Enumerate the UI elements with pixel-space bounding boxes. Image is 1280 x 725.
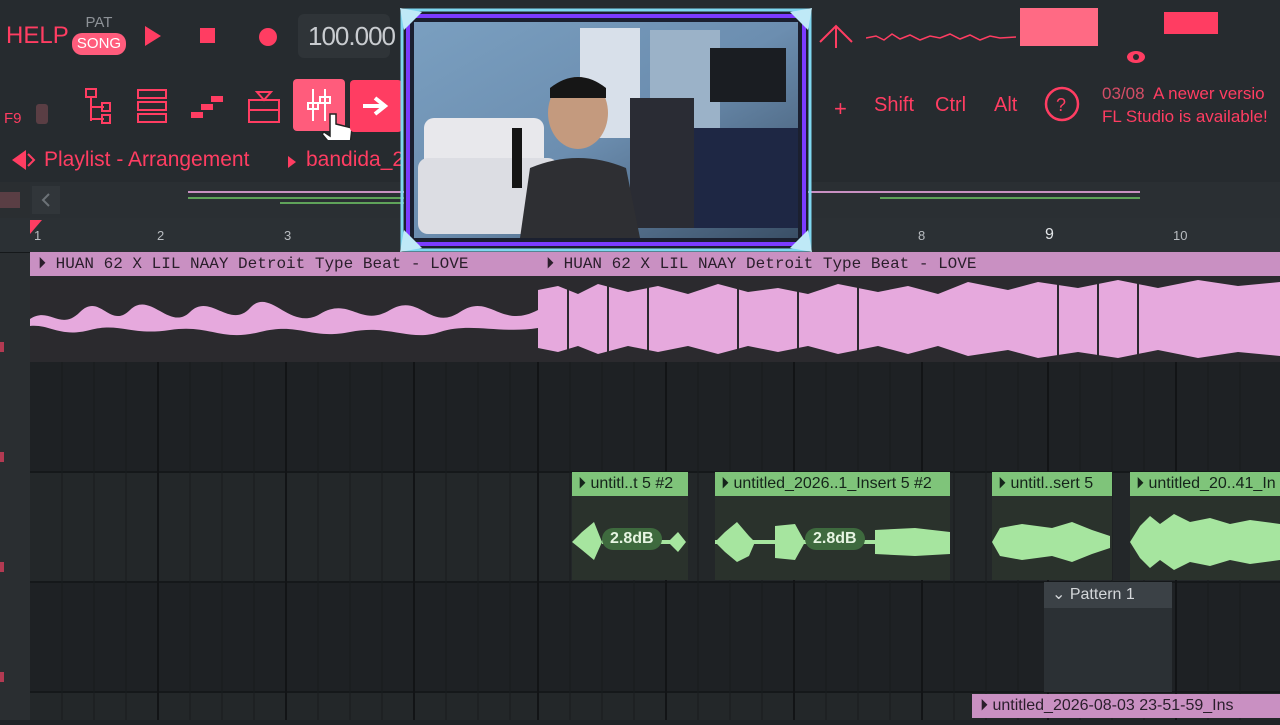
memory-meter xyxy=(1020,8,1098,46)
shift-key[interactable]: Shift xyxy=(874,94,914,117)
news-line1: A newer versio xyxy=(1153,84,1265,103)
header-flag-icon xyxy=(0,192,20,208)
pat-label: PAT xyxy=(85,14,113,31)
clip-header[interactable]: ⏵ untitl..t 5 #2 xyxy=(572,472,688,496)
help-menu[interactable]: HELP xyxy=(6,22,69,50)
clip-header[interactable]: ⏵ untitled_20..41_In xyxy=(1130,472,1280,496)
clip-header[interactable]: ⏵ HUAN 62 X LIL NAAY Detroit Type Beat -… xyxy=(30,252,538,276)
ruler-tick: 2 xyxy=(157,228,165,243)
level-meter xyxy=(1164,12,1218,34)
clip-flag-icon: ⏵ xyxy=(998,475,1011,492)
ruler-tick: 9 xyxy=(1045,226,1054,243)
playlist-button[interactable] xyxy=(70,80,122,132)
audio-clip-vocal-4[interactable]: ⏵ untitled_20..41_In xyxy=(1130,472,1280,580)
channel-rack-button[interactable] xyxy=(126,80,178,132)
clip-title: untitl..sert 5 xyxy=(1010,475,1094,492)
chevron-left-icon xyxy=(41,193,50,207)
alt-key[interactable]: Alt xyxy=(994,94,1017,117)
clip-title: untitled_2026..1_Insert 5 #2 xyxy=(733,475,932,492)
stop-icon xyxy=(200,28,215,43)
clip-flag-icon: ⏵ xyxy=(38,255,56,273)
add-icon[interactable]: + xyxy=(834,96,847,122)
arrow-button[interactable] xyxy=(350,80,402,132)
audio-clip-vocal-2[interactable]: ⏵ untitled_2026..1_Insert 5 #2 2.8dB xyxy=(715,472,950,580)
piano-roll-icon xyxy=(191,96,223,118)
clip-flag-icon: ⏵ xyxy=(1136,475,1149,492)
playlist-icon xyxy=(85,88,111,124)
track-mute-indicator[interactable] xyxy=(0,562,4,572)
play-button[interactable] xyxy=(143,24,163,53)
pattern-clip-header[interactable]: ⌄ Pattern 1 xyxy=(1044,582,1172,608)
news-date: 03/08 xyxy=(1102,84,1145,103)
channel-rack-icon xyxy=(137,89,167,123)
pattern-breadcrumb[interactable]: bandida_2 xyxy=(306,148,406,172)
clip-header[interactable]: ⏵ untitled_2026-08-03 23-51-59_Ins xyxy=(972,694,1280,718)
clip-title: untitled_20..41_In xyxy=(1148,475,1276,492)
ruler-tick: 3 xyxy=(284,228,292,243)
ruler-tick: 1 xyxy=(34,228,42,243)
clip-title: untitled_2026-08-03 23-51-59_Ins xyxy=(992,697,1234,714)
waveform xyxy=(30,301,538,336)
ruler-tick: 8 xyxy=(918,228,926,243)
clip-title: HUAN 62 X LIL NAAY Detroit Type Beat - L… xyxy=(55,255,469,273)
clip-gain-badge[interactable]: 2.8dB xyxy=(805,528,865,550)
clip-flag-icon: ⏵ xyxy=(546,255,564,273)
song-label: SONG xyxy=(72,33,126,55)
ruler-tick: 10 xyxy=(1173,228,1188,243)
tempo-value: 100.000 xyxy=(308,21,396,51)
piano-roll-button[interactable] xyxy=(182,80,234,132)
waveform xyxy=(992,522,1110,562)
track-mute-indicator[interactable] xyxy=(0,452,4,462)
clip-flag-icon: ⏵ xyxy=(578,475,591,492)
clip-header[interactable]: ⏵ untitled_2026..1_Insert 5 #2 xyxy=(715,472,950,496)
window-title: Playlist - Arrangement xyxy=(44,148,250,171)
cpu-icon[interactable] xyxy=(816,18,856,59)
play-icon xyxy=(145,26,161,46)
pattern-title: Pattern 1 xyxy=(1069,586,1135,603)
clip-header[interactable]: ⏵ HUAN 62 X LIL NAAY Detroit Type Beat -… xyxy=(538,252,1280,276)
audio-clip-bottom[interactable]: ⏵ untitled_2026-08-03 23-51-59_Ins xyxy=(972,694,1280,720)
record-icon xyxy=(259,28,277,46)
clip-title: HUAN 62 X LIL NAAY Detroit Type Beat - L… xyxy=(563,255,977,273)
speaker-icon[interactable] xyxy=(8,148,36,177)
browser-icon xyxy=(248,91,280,123)
pattern-clip[interactable]: ⌄ Pattern 1 xyxy=(1044,582,1172,692)
clip-flag-icon: ⏵ xyxy=(980,697,993,714)
audio-clip-vocal-1[interactable]: ⏵ untitl..t 5 #2 2.8dB xyxy=(572,472,688,580)
svg-text:?: ? xyxy=(1056,95,1066,115)
pat-song-toggle[interactable]: PAT SONG xyxy=(72,12,126,64)
breadcrumb-separator-icon xyxy=(288,155,296,173)
audio-clip-vocal-3[interactable]: ⏵ untitl..sert 5 xyxy=(992,472,1112,580)
eye-icon[interactable] xyxy=(1126,50,1146,69)
scroll-left-button[interactable] xyxy=(32,186,60,214)
record-button[interactable] xyxy=(257,26,279,53)
audio-clip-beat-2[interactable]: ⏵ HUAN 62 X LIL NAAY Detroit Type Beat -… xyxy=(538,252,1280,362)
arrow-right-icon xyxy=(363,96,389,116)
tempo-display[interactable]: 100.000 xyxy=(298,14,396,58)
webcam-frame xyxy=(400,8,812,252)
f9-label: F9 xyxy=(4,110,22,127)
waveform xyxy=(1130,514,1280,570)
waveform xyxy=(538,276,1280,362)
ctrl-key[interactable]: Ctrl xyxy=(935,94,966,117)
browser-button[interactable] xyxy=(238,80,290,132)
news-icon[interactable]: ? xyxy=(1044,84,1084,129)
webcam-overlay xyxy=(400,8,812,252)
audio-clip-beat-1[interactable]: ⏵ HUAN 62 X LIL NAAY Detroit Type Beat -… xyxy=(30,252,538,362)
clip-flag-icon: ⏵ xyxy=(721,475,734,492)
track-mute-indicator[interactable] xyxy=(0,672,4,682)
track-mute-indicator[interactable] xyxy=(0,342,4,352)
stop-button[interactable] xyxy=(200,28,216,49)
lamp-icon xyxy=(32,100,52,131)
track-strip xyxy=(0,182,30,720)
clip-header[interactable]: ⏵ untitl..sert 5 xyxy=(992,472,1112,496)
oscilloscope xyxy=(865,22,1017,57)
news-text[interactable]: 03/08 A newer versio FL Studio is availa… xyxy=(1102,82,1280,128)
clip-gain-badge[interactable]: 2.8dB xyxy=(602,528,662,550)
news-line2: FL Studio is available! xyxy=(1102,107,1268,126)
chevron-down-icon: ⌄ xyxy=(1052,586,1070,603)
clip-title: untitl..t 5 #2 xyxy=(590,475,674,492)
